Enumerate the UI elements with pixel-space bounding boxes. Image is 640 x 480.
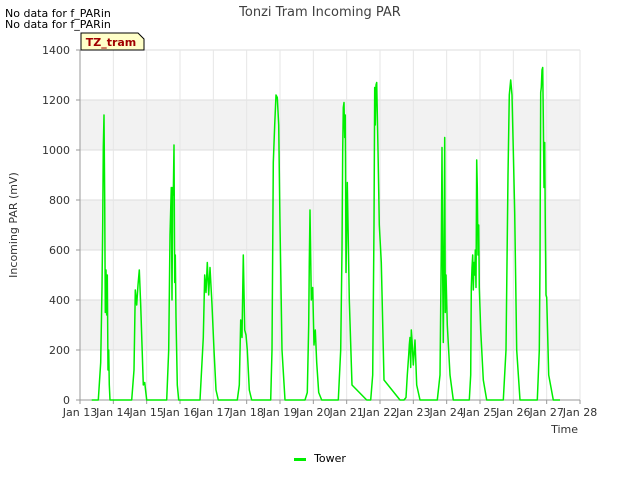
x-axis-label: Time: [550, 423, 578, 436]
x-tick-label-7: Jan 20: [295, 406, 330, 419]
x-tick-label-4: Jan 17: [195, 406, 230, 419]
y-axis-label: Incoming PAR (mV): [7, 172, 20, 278]
x-tick-label-3: Jan 16: [162, 406, 197, 419]
y-tick-label-1: 200: [49, 344, 70, 357]
site-badge-label: TZ_tram: [86, 36, 137, 49]
band-6: [80, 50, 580, 100]
site-badge: TZ_tram: [80, 32, 145, 51]
y-tick-label-6: 1200: [42, 94, 70, 107]
legend-swatch-tower: [294, 457, 307, 461]
y-tick-label-5: 1000: [42, 144, 70, 157]
band-1: [80, 300, 580, 350]
y-tick-label-4: 800: [49, 194, 70, 207]
x-tick-label-13: Jan 26: [495, 406, 530, 419]
x-axis-ticks: Jan 13Jan 14Jan 15Jan 16Jan 17Jan 18Jan …: [62, 400, 597, 419]
background-bands: [80, 50, 580, 400]
x-tick-label-10: Jan 23: [395, 406, 430, 419]
legend-label-tower: Tower: [314, 452, 346, 465]
x-tick-label-8: Jan 21: [328, 406, 363, 419]
band-5: [80, 100, 580, 150]
band-2: [80, 250, 580, 300]
x-tick-label-6: Jan 19: [262, 406, 297, 419]
x-tick-label-0: Jan 13: [62, 406, 97, 419]
chart: Tonzi Tram Incoming PAR Jan 13Jan 14Jan …: [7, 5, 597, 436]
chart-title: Tonzi Tram Incoming PAR: [238, 5, 401, 20]
y-tick-label-2: 400: [49, 294, 70, 307]
band-3: [80, 200, 580, 250]
x-tick-label-1: Jan 14: [95, 406, 130, 419]
x-tick-label-12: Jan 25: [462, 406, 497, 419]
x-tick-label-14: Jan 27: [528, 406, 563, 419]
y-tick-label-3: 600: [49, 244, 70, 257]
band-4: [80, 150, 580, 200]
x-tick-label-5: Jan 18: [228, 406, 263, 419]
x-tick-label-9: Jan 22: [362, 406, 397, 419]
y-tick-label-7: 1400: [42, 44, 70, 57]
x-tick-label-11: Jan 24: [428, 406, 463, 419]
x-tick-label-2: Jan 15: [128, 406, 163, 419]
y-axis-ticks: 0 200 400 600 800 1000 1200 1400: [42, 44, 80, 407]
legend: Tower: [0, 452, 640, 465]
y-tick-label-0: 0: [63, 394, 70, 407]
x-tick-label-15: Jan 28: [562, 406, 597, 419]
